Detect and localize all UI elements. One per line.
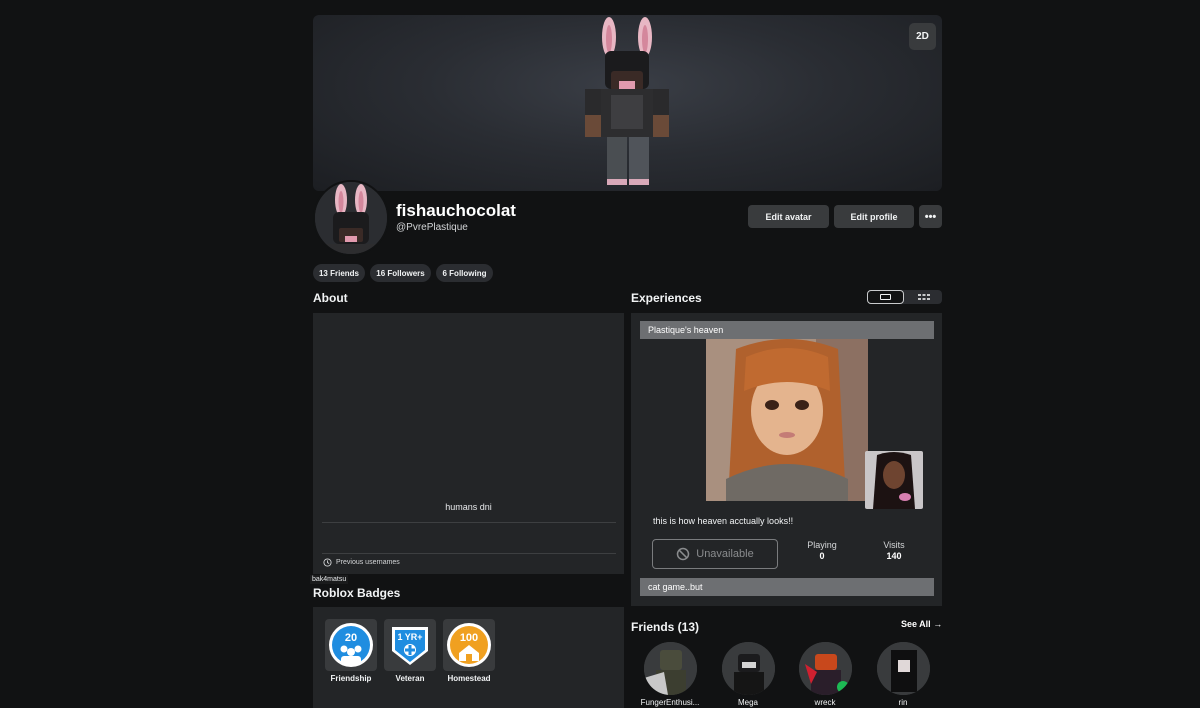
blocked-icon (677, 547, 690, 561)
playing-value: 0 (819, 551, 825, 561)
friends-count-pill[interactable]: 13 Friends (313, 264, 365, 282)
avatar-banner (313, 15, 942, 191)
friends-title: Friends (13) (631, 620, 700, 634)
veteran-badge-icon: 1 YR+ (392, 627, 428, 665)
about-text: humans dni (445, 502, 492, 512)
friend-avatar[interactable] (799, 642, 852, 695)
grid-view-button[interactable] (905, 290, 942, 304)
homestead-badge-icon: 100 (447, 623, 491, 667)
badge-icon-text: 20 (345, 632, 357, 644)
friend-avatar[interactable] (644, 642, 697, 695)
avatar-headshot (313, 180, 389, 256)
friend-name[interactable]: rin (868, 698, 938, 707)
visits-value: 140 (886, 551, 902, 561)
about-divider (322, 522, 616, 523)
view-2d-button[interactable]: 2D (909, 23, 936, 50)
grid-icon (917, 294, 930, 300)
friendship-badge[interactable]: 20 (325, 619, 377, 671)
friend-avatar-image (799, 642, 852, 695)
see-all-friends-link[interactable]: See All → (901, 619, 942, 629)
badge-icon-text: 100 (460, 632, 478, 644)
experiences-title: Experiences (631, 291, 702, 305)
edit-profile-button[interactable]: Edit profile (834, 205, 914, 228)
friend-avatar-image (877, 642, 930, 695)
playing-label: Playing (807, 540, 837, 550)
username: @PvrePlastique (396, 222, 468, 233)
edit-avatar-button[interactable]: Edit avatar (748, 205, 829, 228)
homestead-badge[interactable]: 100 (443, 619, 495, 671)
arrow-right-icon: → (933, 619, 943, 629)
experience-thumbnail[interactable] (706, 339, 868, 501)
badges-title: Roblox Badges (313, 586, 401, 600)
friendship-badge-label: Friendship (330, 674, 372, 683)
previous-username-tooltip: bak4matsu (310, 575, 349, 584)
thumbnail-image (706, 339, 868, 501)
friend-avatar[interactable] (877, 642, 930, 695)
friend-name[interactable]: Mega (713, 698, 783, 707)
experience-description: this is how heaven acctually looks!! (653, 516, 794, 526)
friend-name[interactable]: wreck (790, 698, 860, 707)
unavailable-label: Unavailable (696, 548, 754, 560)
about-panel (313, 313, 624, 574)
carousel-view-button[interactable] (867, 290, 904, 304)
friend-avatar[interactable] (722, 642, 775, 695)
visits-label: Visits (883, 540, 905, 550)
badge-icon-text: 1 YR+ (397, 632, 422, 642)
followers-count-pill[interactable]: 16 Followers (370, 264, 431, 282)
more-options-button[interactable]: ••• (919, 205, 942, 228)
previous-usernames-link[interactable]: Previous usernames (336, 559, 400, 566)
veteran-badge[interactable]: 1 YR+ (384, 619, 436, 671)
history-icon[interactable] (323, 558, 332, 567)
secondary-thumbnail-image (865, 451, 923, 509)
see-all-label: See All (901, 619, 931, 629)
following-count-pill[interactable]: 6 Following (436, 264, 493, 282)
about-divider (322, 553, 616, 554)
homestead-badge-label: Homestead (447, 674, 491, 683)
veteran-badge-label: Veteran (395, 674, 425, 683)
friend-name[interactable]: FungerEnthusi... (635, 698, 705, 707)
carousel-icon (880, 294, 891, 300)
friendship-badge-icon: 20 (329, 623, 373, 667)
friend-avatar-image (644, 642, 697, 695)
experience-title-bar[interactable]: cat game..but (640, 578, 934, 596)
display-name: fishauchocolat (396, 201, 516, 220)
avatar-3d-figure (585, 17, 669, 185)
unavailable-button[interactable]: Unavailable (652, 539, 778, 569)
headshot-image (315, 182, 387, 254)
about-title: About (313, 291, 348, 305)
experience-secondary-thumbnail[interactable] (865, 451, 923, 509)
friend-avatar-image (722, 642, 775, 695)
experience-title-bar[interactable]: Plastique's heaven (640, 321, 934, 339)
